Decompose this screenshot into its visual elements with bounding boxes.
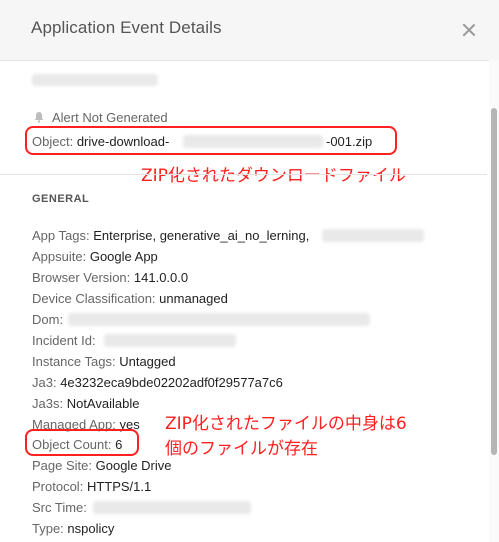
redacted-app-name (32, 74, 158, 86)
section-divider (0, 174, 487, 175)
dialog-title: Application Event Details (31, 18, 222, 37)
detail-protocol: Protocol: HTTPS/1.1 (32, 479, 152, 494)
object-label: Object: (32, 134, 74, 149)
detail-page-site: Page Site: Google Drive (32, 458, 172, 473)
detail-src-time: Src Time: (32, 500, 87, 515)
annotation-count-line2: 個のファイルが存在 (165, 439, 318, 459)
object-value-suffix: -001.zip (326, 134, 373, 149)
close-icon[interactable] (461, 22, 477, 38)
bell-icon (34, 112, 44, 123)
redacted-object-id (183, 135, 323, 148)
detail-ja3: Ja3: 4e3232eca9bde02202adf0f29577a7c6 (32, 375, 283, 390)
detail-appsuite: Appsuite: Google App (32, 249, 158, 264)
detail-ja3s: Ja3s: NotAvailable (32, 396, 140, 411)
redacted-dom (68, 313, 370, 326)
annotation-count-line1: ZIP化されたファイルの中身は6 (165, 414, 407, 434)
detail-browser-version: Browser Version: 141.0.0.0 (32, 270, 189, 285)
detail-instance-tags: Instance Tags: Untagged (32, 354, 176, 369)
scrollbar-thumb[interactable] (491, 108, 497, 455)
redacted-app-tags (322, 229, 424, 242)
detail-object-count: Object Count: 6 (32, 437, 123, 452)
object-row: Object: drive-download- (32, 134, 169, 149)
detail-dom: Dom: (32, 312, 64, 327)
detail-device-classification: Device Classification: unmanaged (32, 291, 228, 306)
dialog-header: Application Event Details (0, 0, 499, 61)
redacted-incident-id (104, 334, 236, 347)
object-value-prefix: drive-download- (76, 134, 170, 149)
scrollbar[interactable] (489, 60, 499, 542)
detail-app-tags: App Tags: Enterprise, generative_ai_no_l… (32, 228, 310, 243)
detail-type: Type: nspolicy (32, 521, 115, 536)
redacted-src-time (93, 501, 251, 514)
detail-incident-id: Incident Id: (32, 333, 96, 348)
alert-status: Alert Not Generated (52, 110, 168, 125)
section-general-heading: GENERAL (32, 193, 90, 205)
object-value-suffix-row: -001.zip (326, 134, 372, 149)
